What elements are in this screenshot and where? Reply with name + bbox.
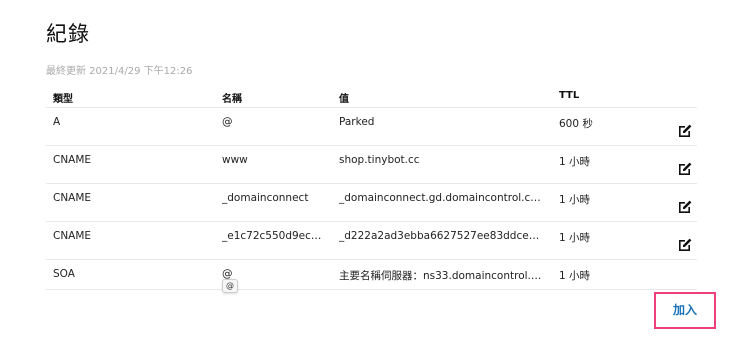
add-record-button[interactable]: 加入: [654, 292, 716, 329]
table-row: A @ Parked 600 秒: [46, 108, 697, 146]
record-value: shop.tinybot.cc: [339, 154, 420, 166]
record-value: Parked: [339, 116, 375, 128]
edit-icon[interactable]: [677, 160, 693, 176]
record-type: SOA: [53, 268, 75, 280]
edit-icon[interactable]: [677, 122, 693, 138]
record-type: CNAME: [53, 192, 92, 204]
record-value: 主要名稱伺服器：ns33.domaincontrol.com.: [339, 270, 544, 282]
record-value: _d222a2ad3ebba6627527ee83ddce019…: [339, 230, 544, 242]
dns-records-table: 類型 名稱 值 TTL A @ Parked 600 秒 CNAME www s…: [46, 82, 697, 290]
record-ttl: 1 小時: [559, 232, 591, 244]
record-name: _e1c72c550d9ec9…: [222, 230, 326, 242]
table-header-row: 類型 名稱 值 TTL: [46, 82, 697, 108]
record-ttl: 1 小時: [559, 156, 591, 168]
table-row: CNAME _domainconnect _domainconnect.gd.d…: [46, 184, 697, 222]
table-row: CNAME www shop.tinybot.cc 1 小時: [46, 146, 697, 184]
name-tooltip: @: [222, 279, 238, 293]
record-type: CNAME: [53, 154, 92, 166]
record-value: _domainconnect.gd.domaincontrol.com: [339, 192, 544, 204]
record-type: CNAME: [53, 230, 92, 242]
page-title: 紀錄: [46, 22, 90, 46]
table-row: CNAME _e1c72c550d9ec9… _d222a2ad3ebba662…: [46, 222, 697, 260]
record-ttl: 600 秒: [559, 118, 593, 130]
record-ttl: 1 小時: [559, 194, 591, 206]
header-type: 類型: [53, 94, 73, 105]
edit-icon[interactable]: [677, 236, 693, 252]
record-ttl: 1 小時: [559, 270, 591, 282]
table-row: SOA @ 主要名稱伺服器：ns33.domaincontrol.com. 1 …: [46, 260, 697, 290]
record-name: www: [222, 154, 248, 166]
edit-icon[interactable]: [677, 198, 693, 214]
header-value: 值: [339, 94, 349, 105]
header-ttl: TTL: [559, 90, 580, 101]
record-name: @: [222, 268, 233, 280]
last-updated-text: 最終更新 2021/4/29 下午12:26: [46, 66, 193, 77]
header-name: 名稱: [222, 94, 242, 105]
record-name: _domainconnect: [222, 192, 309, 204]
record-name: @: [222, 116, 233, 128]
record-type: A: [53, 116, 61, 128]
